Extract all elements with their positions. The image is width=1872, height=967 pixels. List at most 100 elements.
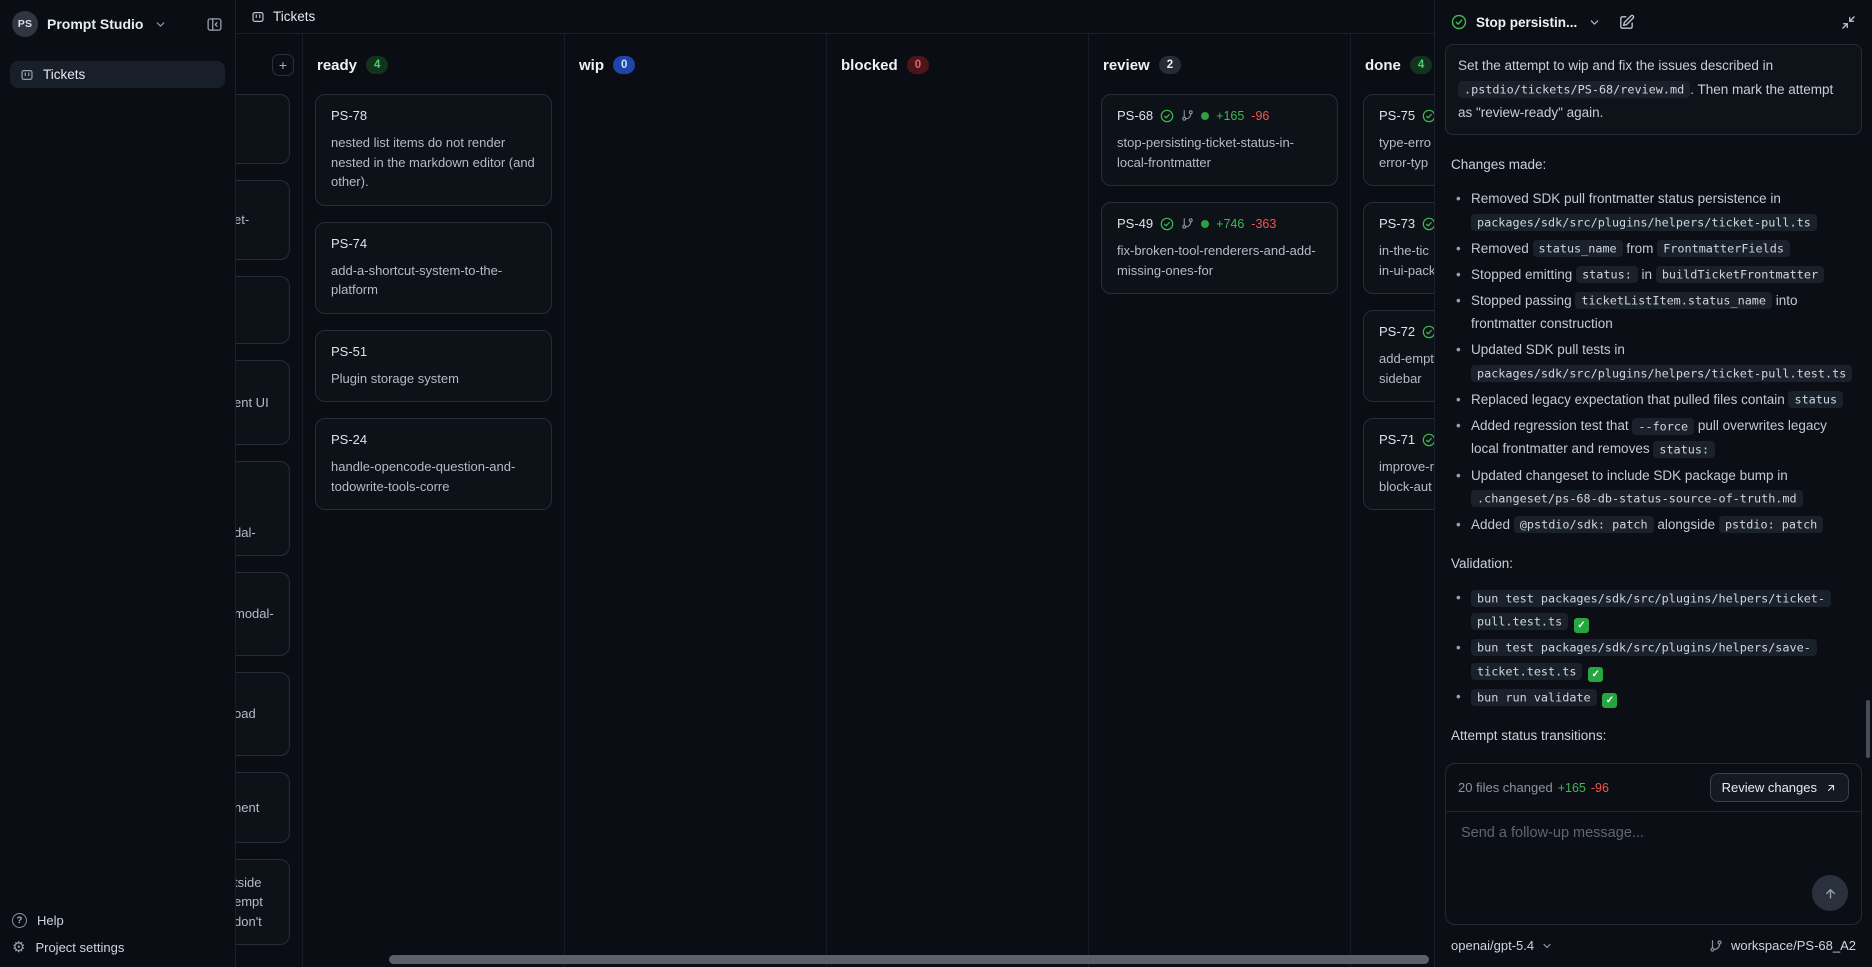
ticket-title-line: add-empt [1379, 349, 1434, 369]
section-heading: Changes made: [1451, 153, 1856, 176]
attempt-report: Changes made: Removed SDK pull frontmatte… [1435, 137, 1872, 755]
model-name: openai/gpt-5.4 [1451, 938, 1534, 953]
help-circle-icon: ? [12, 913, 27, 928]
horizontal-scrollbar[interactable] [389, 955, 1429, 964]
edit-attempt-button[interactable] [1618, 14, 1635, 31]
column-count-badge: 2 [1159, 56, 1181, 75]
list-item: bun test packages/sdk/src/plugins/helper… [1455, 586, 1856, 632]
collapse-panel-button[interactable] [1841, 15, 1856, 30]
inline-code: bun test packages/sdk/src/plugins/helper… [1471, 639, 1817, 679]
ticket-title-line: add-a-shortcut-system-to-the- [331, 261, 536, 281]
inline-code: buildTicketFrontmatter [1656, 266, 1824, 283]
workspace-name: Prompt Studio [47, 16, 143, 32]
collapse-sidebar-button[interactable] [206, 16, 223, 33]
ticket-card-header: PS-51 [331, 344, 536, 359]
gear-icon: ⚙ [12, 940, 25, 955]
column-header: review2 [1089, 34, 1350, 84]
check-emoji-icon: ✓ [1602, 693, 1617, 708]
git-branch-icon [1709, 939, 1723, 953]
ticket-id: PS-75 [1379, 108, 1415, 123]
review-changes-button[interactable]: Review changes [1710, 773, 1849, 802]
column-name: blocked [841, 57, 898, 74]
ticket-title-line: error-typ [1379, 153, 1434, 173]
ticket-card-partial[interactable] [236, 94, 290, 164]
inline-code: status: [1653, 441, 1715, 458]
workspace-branch-ref[interactable]: workspace/PS-68_A2 [1709, 938, 1856, 953]
list-item: bun run validate ✓ [1455, 685, 1856, 708]
model-selector[interactable]: openai/gpt-5.4 [1451, 938, 1553, 953]
ticket-card-header: PS-68+165-96 [1117, 108, 1322, 123]
status-check-circle-icon [1451, 14, 1467, 30]
ticket-card-partial[interactable]: nent [236, 772, 290, 843]
column-header: ready4 [303, 34, 564, 84]
column-cards: PS-68+165-96stop-persisting-ticket-statu… [1089, 84, 1350, 967]
ticket-card[interactable]: PS-75type-erroerror-typ [1363, 94, 1434, 186]
ticket-title-line: local-frontmatter [1117, 153, 1322, 173]
ticket-card[interactable]: PS-49+746-363fix-broken-tool-renderers-a… [1101, 202, 1338, 294]
workspace-avatar: PS [12, 11, 38, 37]
plus-icon: + [279, 57, 287, 73]
workspace-switcher[interactable]: PS Prompt Studio [10, 9, 225, 39]
chevron-down-icon [154, 18, 167, 31]
ticket-card[interactable]: PS-73in-the-ticin-ui-pack [1363, 202, 1434, 294]
deletions-count: -96 [1251, 109, 1269, 123]
ticket-title-line: other). [331, 172, 536, 192]
ticket-id: PS-74 [331, 236, 367, 251]
ticket-id: PS-72 [1379, 324, 1415, 339]
project-settings-button[interactable]: ⚙ Project settings [12, 940, 124, 955]
ticket-card-header: PS-71 [1379, 432, 1434, 447]
attempt-panel: Stop persistin... Set the attempt to wip… [1434, 0, 1872, 967]
ticket-card[interactable]: PS-74add-a-shortcut-system-to-the-platfo… [315, 222, 552, 314]
arrow-up-right-icon [1825, 782, 1837, 794]
additions-count: +165 [1558, 781, 1586, 795]
vertical-scrollbar[interactable] [1866, 700, 1870, 758]
ticket-card[interactable]: PS-71improve-rblock-aut [1363, 418, 1434, 510]
section-heading: Attempt status transitions: [1451, 724, 1856, 747]
attempt-selector-chevron-icon[interactable] [1588, 16, 1601, 29]
kanban-column-done: done4PS-75type-erroerror-typPS-73in-the-… [1351, 34, 1434, 967]
list-item: Stopped emitting status: in buildTicketF… [1455, 263, 1856, 286]
ticket-card[interactable]: PS-24handle-opencode-question-and-todowr… [315, 418, 552, 510]
column-name: done [1365, 57, 1401, 74]
list-item: Added @pstdio/sdk: patch alongside pstdi… [1455, 513, 1856, 536]
ticket-card-partial[interactable]: oad [236, 672, 290, 756]
ticket-card[interactable]: PS-68+165-96stop-persisting-ticket-statu… [1101, 94, 1338, 186]
ticket-title-line: in-ui-pack [1379, 261, 1434, 281]
ticket-card-partial[interactable]: et- [236, 180, 290, 260]
kanban-column-ready: ready4 PS-78nested list items do not rend… [303, 34, 565, 967]
ticket-card[interactable]: PS-72add-emptsidebar [1363, 310, 1434, 402]
ticket-card[interactable]: PS-51Plugin storage system [315, 330, 552, 403]
topbar-tickets-tab[interactable]: Tickets [273, 9, 315, 24]
inline-code: status_name [1533, 240, 1623, 257]
column-cards [565, 84, 826, 967]
section-list: Removed SDK pull frontmatter status pers… [1451, 187, 1856, 536]
ticket-card-partial[interactable]: dal- [236, 461, 290, 556]
ticket-title-line: nent [236, 798, 274, 818]
inline-code: packages/sdk/src/plugins/helpers/ticket-… [1471, 214, 1817, 231]
column-name: wip [579, 57, 604, 74]
ticket-card-partial[interactable]: tsideemptdon't [236, 859, 290, 945]
ticket-card-partial[interactable] [236, 276, 290, 344]
ticket-title-line: block-aut [1379, 477, 1434, 497]
kanban-column-partial: + et-ent UI dal-modal-oad nent tsideemptdon… [236, 34, 303, 967]
ticket-card[interactable]: PS-78nested list items do not rendernest… [315, 94, 552, 206]
project-settings-label: Project settings [35, 940, 124, 955]
ticket-board-icon [251, 10, 265, 24]
followup-message-input[interactable] [1446, 812, 1861, 924]
column-cards: PS-75type-erroerror-typ PS-73in-the-ticin… [1351, 84, 1434, 967]
ticket-card-partial[interactable]: modal- [236, 572, 290, 656]
inline-code: status: [1576, 266, 1638, 283]
inline-code: .changeset/ps-68-db-status-source-of-tru… [1471, 490, 1803, 507]
ticket-card-partial[interactable]: ent UI [236, 360, 290, 445]
add-ticket-button[interactable]: + [272, 54, 294, 76]
send-message-button[interactable] [1812, 875, 1848, 911]
topbar: Tickets [236, 0, 1434, 34]
column-cards [827, 84, 1088, 967]
inline-code: bun run validate [1471, 689, 1597, 706]
column-count-badge: 4 [366, 56, 388, 75]
sidebar-item-tickets[interactable]: Tickets [10, 61, 225, 88]
list-item: Removed SDK pull frontmatter status pers… [1455, 187, 1856, 233]
help-button[interactable]: ? Help [12, 913, 124, 928]
panel-left-collapse-icon [206, 16, 223, 33]
ticket-title-line: nested list items do not render [331, 133, 536, 153]
